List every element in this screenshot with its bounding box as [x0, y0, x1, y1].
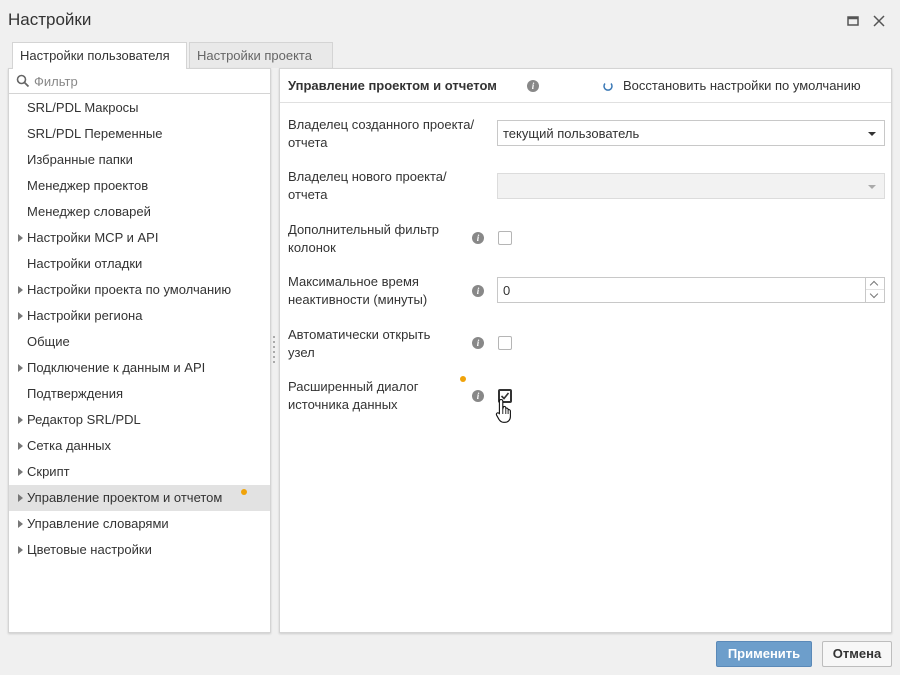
tree-item-confirmations[interactable]: Подтверждения	[9, 381, 270, 407]
info-icon[interactable]: i	[472, 337, 484, 349]
close-button[interactable]	[870, 12, 888, 30]
tree-item-label: Избранные папки	[27, 152, 133, 167]
apply-button[interactable]: Применить	[716, 641, 812, 667]
tree-item-general[interactable]: Общие	[9, 329, 270, 355]
owner-created-label: Владелец созданного проекта/ отчета	[288, 117, 475, 150]
tree-item-project-report-management[interactable]: Управление проектом и отчетом	[9, 485, 270, 511]
info-icon[interactable]: i	[472, 232, 484, 244]
chevron-down-icon	[868, 185, 876, 189]
auto-open-label: Автоматически открыть узел	[288, 327, 431, 360]
section-header: Управление проектом и отчетом i Восстано…	[280, 69, 891, 103]
tree-item-debug-settings[interactable]: Настройки отладки	[9, 251, 270, 277]
search-icon	[16, 74, 30, 88]
extra-filter-checkbox[interactable]	[498, 231, 512, 245]
owner-created-select[interactable]: текущий пользователь	[497, 120, 885, 146]
tree-item-data-grid[interactable]: Сетка данных	[9, 433, 270, 459]
modified-indicator-dot	[241, 489, 247, 495]
close-icon	[873, 15, 885, 27]
increment-button[interactable]	[866, 278, 884, 290]
maximize-button[interactable]	[844, 12, 862, 30]
expand-arrow-icon[interactable]	[18, 494, 23, 502]
expand-arrow-icon[interactable]	[18, 416, 23, 424]
tree-item-label: Менеджер словарей	[27, 204, 151, 219]
tree-item-label: Подтверждения	[27, 386, 124, 401]
extended-dialog-label: Расширенный диалог источника данных	[288, 379, 419, 412]
extended-dialog-checkbox[interactable]	[498, 389, 512, 403]
owner-created-value: текущий пользователь	[503, 126, 640, 141]
expand-arrow-icon[interactable]	[18, 234, 23, 242]
tree-item-label: Управление словарями	[27, 516, 169, 531]
tree-item-dictionary-management[interactable]: Управление словарями	[9, 511, 270, 537]
reset-icon[interactable]	[602, 80, 614, 92]
expand-arrow-icon[interactable]	[18, 546, 23, 554]
expand-arrow-icon[interactable]	[18, 468, 23, 476]
settings-tree: SRL/PDL Макросы SRL/PDL Переменные Избра…	[9, 95, 270, 563]
settings-nav-panel: SRL/PDL Макросы SRL/PDL Переменные Избра…	[8, 68, 271, 633]
extra-filter-label: Дополнительный фильтр колонок	[288, 222, 440, 255]
max-idle-label: Максимальное время неактивности (минуты)	[288, 274, 428, 307]
info-icon[interactable]: i	[472, 285, 484, 297]
filter-input[interactable]	[34, 71, 264, 91]
tree-item-label: SRL/PDL Переменные	[27, 126, 163, 141]
expand-arrow-icon[interactable]	[18, 312, 23, 320]
tree-item-default-project[interactable]: Настройки проекта по умолчанию	[9, 277, 270, 303]
tree-item-label: Сетка данных	[27, 438, 111, 453]
expand-arrow-icon[interactable]	[18, 286, 23, 294]
modified-indicator-dot	[460, 376, 466, 382]
max-idle-input[interactable]	[498, 278, 864, 302]
tree-item-label: Настройки MCP и API	[27, 230, 159, 245]
info-icon[interactable]: i	[472, 390, 484, 402]
tree-item-srl-editor[interactable]: Редактор SRL/PDL	[9, 407, 270, 433]
tree-item-label: Редактор SRL/PDL	[27, 412, 141, 427]
max-idle-stepper	[497, 277, 885, 303]
stepper-buttons	[865, 278, 884, 302]
tree-item-label: Менеджер проектов	[27, 178, 149, 193]
dialog-titlebar: Настройки	[0, 0, 900, 42]
tree-item-color-settings[interactable]: Цветовые настройки	[9, 537, 270, 563]
tree-item-label: Управление проектом и отчетом	[27, 490, 223, 505]
chevron-down-icon	[868, 132, 876, 136]
checkmark-icon	[500, 392, 510, 400]
tree-item-label: Настройки отладки	[27, 256, 143, 271]
cancel-button[interactable]: Отмена	[822, 641, 892, 667]
tab-project-settings[interactable]: Настройки проекта	[189, 42, 333, 68]
tree-item-label: Настройки проекта по умолчанию	[27, 282, 232, 297]
tree-item-mcp-api[interactable]: Настройки MCP и API	[9, 225, 270, 251]
tree-item-label: Скрипт	[27, 464, 70, 479]
tree-item-label: Общие	[27, 334, 70, 349]
tree-item-srl-macros[interactable]: SRL/PDL Макросы	[9, 95, 270, 121]
tree-item-label: Настройки региона	[27, 308, 143, 323]
info-icon[interactable]: i	[527, 80, 539, 92]
owner-new-select	[497, 173, 885, 199]
auto-open-checkbox[interactable]	[498, 336, 512, 350]
expand-arrow-icon[interactable]	[18, 364, 23, 372]
dialog-title: Настройки	[8, 10, 92, 29]
expand-arrow-icon[interactable]	[18, 442, 23, 450]
reset-defaults-link[interactable]: Восстановить настройки по умолчанию	[623, 78, 861, 93]
tree-item-dictionary-manager[interactable]: Менеджер словарей	[9, 199, 270, 225]
tree-item-region[interactable]: Настройки региона	[9, 303, 270, 329]
tree-item-project-manager[interactable]: Менеджер проектов	[9, 173, 270, 199]
owner-new-label: Владелец нового проекта/ отчета	[288, 169, 447, 202]
tree-item-data-connection[interactable]: Подключение к данным и API	[9, 355, 270, 381]
tab-user-settings[interactable]: Настройки пользователя	[12, 42, 187, 69]
filter-bar	[9, 69, 270, 94]
panel-splitter[interactable]	[273, 336, 276, 366]
tree-item-label: Цветовые настройки	[27, 542, 152, 557]
decrement-button[interactable]	[866, 290, 884, 302]
expand-arrow-icon[interactable]	[18, 520, 23, 528]
tree-item-favorite-folders[interactable]: Избранные папки	[9, 147, 270, 173]
tree-item-script[interactable]: Скрипт	[9, 459, 270, 485]
tree-item-label: SRL/PDL Макросы	[27, 100, 139, 115]
settings-content-panel: Управление проектом и отчетом i Восстано…	[279, 68, 892, 633]
section-title: Управление проектом и отчетом	[288, 78, 497, 93]
maximize-icon	[847, 16, 859, 26]
tree-item-srl-variables[interactable]: SRL/PDL Переменные	[9, 121, 270, 147]
tree-item-label: Подключение к данным и API	[27, 360, 206, 375]
